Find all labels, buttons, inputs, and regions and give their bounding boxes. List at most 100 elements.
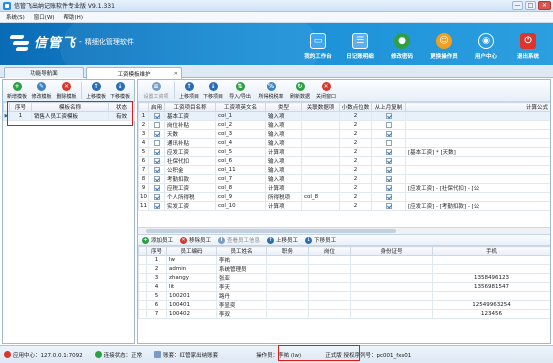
enabled-checkbox[interactable] xyxy=(153,202,160,209)
move-up-item-button[interactable]: ↑ 上移项目 xyxy=(177,80,201,101)
template-status: 有效 xyxy=(108,111,135,121)
enabled-checkbox[interactable] xyxy=(153,175,160,182)
table-row[interactable]: 6 100401 李显奕 12549963254 xyxy=(138,300,550,310)
staff-post xyxy=(308,273,351,283)
journal-detail-button[interactable]: ☰ 日记账明细 xyxy=(339,25,381,63)
table-row[interactable]: 11 实发工资 col_10 计算项 2 [应发工资] - [考勤扣款] - [公 xyxy=(138,201,550,211)
user-center-button[interactable]: ◉ 用户中心 xyxy=(465,25,507,63)
table-row[interactable]: 4 lit 李天 1356981547 xyxy=(138,282,550,292)
menu-help[interactable]: 帮助(H) xyxy=(64,13,83,21)
copy-last-month-checkbox[interactable] xyxy=(385,184,392,191)
move-down-staff-button[interactable]: ↓ 下移员工 xyxy=(305,236,336,244)
copy-last-month-checkbox-cell xyxy=(371,120,406,130)
table-row[interactable]: 5 100201 路丹 xyxy=(138,291,550,301)
column-header: 从上月复制 xyxy=(371,102,406,112)
table-row[interactable]: 2 admin 系统管理员 xyxy=(138,264,550,274)
import-export-button[interactable]: ⇅ 导入/导出 xyxy=(225,80,255,101)
table-row[interactable]: 7 公积金 col_11 输入项 2 xyxy=(138,165,550,175)
copy-last-month-checkbox[interactable] xyxy=(385,166,392,173)
copy-last-month-checkbox[interactable] xyxy=(385,121,392,128)
table-row[interactable]: 7 100402 李双 123456 xyxy=(138,309,550,319)
exit-system-button[interactable]: ⏻ 退出系统 xyxy=(507,25,549,63)
table-row[interactable]: 6 社保代扣 col_6 输入项 2 xyxy=(138,156,550,166)
table-row[interactable]: 1 基本工资 col_1 输入项 2 xyxy=(138,111,550,121)
tab-salary-template[interactable]: 工资模板维护 ✕ xyxy=(86,67,182,79)
add-staff-button[interactable]: + 添加员工 xyxy=(142,236,173,244)
table-row[interactable]: 9 应税工资 col_8 计算项 2 [应发工资] - [社保代扣] - [公 xyxy=(138,183,550,193)
staff-post xyxy=(308,264,351,274)
app-center-status: 应用中心：127.0.0.1:7092 xyxy=(4,351,83,359)
staff-name: 李双 xyxy=(216,309,267,319)
edit-template-button[interactable]: ✎ 修改模板 xyxy=(29,80,54,101)
delete-template-button[interactable]: ✕ 删除模板 xyxy=(54,80,79,101)
enabled-checkbox[interactable] xyxy=(153,157,160,164)
menu-system[interactable]: 系统(S) xyxy=(6,13,25,21)
horizontal-scrollbar[interactable] xyxy=(138,227,550,234)
close-tab-icon[interactable]: ✕ xyxy=(174,71,178,77)
staff-post xyxy=(308,300,351,310)
move-up-staff-button[interactable]: ↑ 上移员工 xyxy=(267,236,298,244)
table-row[interactable]: 1 lw 李祐 xyxy=(138,255,550,265)
enabled-checkbox[interactable] xyxy=(153,148,160,155)
related-item xyxy=(301,156,340,166)
remove-staff-button[interactable]: ✕ 移除员工 xyxy=(180,236,211,244)
template-name: 销售人员工资模板 xyxy=(31,111,109,121)
enabled-checkbox[interactable] xyxy=(153,139,160,146)
copy-last-month-checkbox[interactable] xyxy=(385,202,392,209)
enabled-checkbox-cell xyxy=(148,201,165,211)
enabled-checkbox-cell xyxy=(148,156,165,166)
change-password-button[interactable]: ● 修改密码 xyxy=(381,25,423,63)
move-down-template-button[interactable]: ↓ 下移模板 xyxy=(108,80,132,101)
staff-code: zhangy xyxy=(166,273,217,283)
tax-rate-button[interactable]: % 所得税税率 xyxy=(255,80,287,101)
table-row[interactable]: ▶ 1 销售人员工资模板 有效 xyxy=(3,111,135,121)
enabled-checkbox[interactable] xyxy=(153,193,160,200)
enabled-checkbox[interactable] xyxy=(153,112,160,119)
refresh-data-button[interactable]: ↻ 刷新数据 xyxy=(287,80,313,101)
view-staff-button[interactable]: i 查看员工信息 xyxy=(218,236,260,244)
close-window-button[interactable]: ✕ 关闭窗口 xyxy=(313,80,339,101)
add-staff-label: 添加员工 xyxy=(151,238,174,244)
move-up-template-button[interactable]: ↑ 上移模板 xyxy=(84,80,108,101)
copy-last-month-checkbox[interactable] xyxy=(385,193,392,200)
table-row[interactable]: 5 应发工资 col_5 计算项 2 [基本工资] * [天数] xyxy=(138,147,550,157)
copy-last-month-checkbox[interactable] xyxy=(385,112,392,119)
table-row[interactable]: 4 通讯补贴 col_4 输入项 2 xyxy=(138,138,550,148)
lock-icon: ● xyxy=(394,33,410,49)
template-detail-panel: ≡ 设置工资项 ↑ 上移项目 ↓ 下移项目 ⇅ 导入/导出 % 所得税税率 ↻ … xyxy=(137,79,551,344)
switch-operator-button[interactable]: ☺ 更换操作员 xyxy=(423,25,465,63)
enabled-checkbox[interactable] xyxy=(153,184,160,191)
staff-id-number xyxy=(350,255,433,265)
enabled-checkbox-cell xyxy=(148,111,165,121)
copy-last-month-checkbox[interactable] xyxy=(385,175,392,182)
table-row[interactable]: 10 个人所得税 col_9 所得税项 col_8 2 xyxy=(138,192,550,202)
minimize-button[interactable]: — xyxy=(512,1,523,10)
copy-last-month-checkbox[interactable] xyxy=(385,148,392,155)
item-type: 计算项 xyxy=(265,183,302,193)
table-row[interactable]: 8 考勤扣款 col_7 输入项 2 xyxy=(138,174,550,184)
set-salary-items-button[interactable]: ≡ 设置工资项 xyxy=(140,80,172,101)
item-english-name: col_9 xyxy=(215,192,266,202)
move-down-item-button[interactable]: ↓ 下移项目 xyxy=(201,80,225,101)
column-header: 关联数据项 xyxy=(301,102,340,112)
item-name: 通讯补贴 xyxy=(164,138,216,148)
item-name: 岗位补贴 xyxy=(164,120,216,130)
table-row[interactable]: 3 zhangy 张亚 1358496123 xyxy=(138,273,550,283)
item-english-name: col_2 xyxy=(215,120,266,130)
enabled-checkbox[interactable] xyxy=(153,130,160,137)
add-template-button[interactable]: + 新增模板 xyxy=(5,80,29,101)
arrow-up-icon: ↑ xyxy=(184,82,194,91)
close-button[interactable]: ✕ xyxy=(538,1,551,10)
table-row[interactable]: 3 天数 col_3 输入项 2 xyxy=(138,129,550,139)
table-row[interactable]: 2 岗位补贴 col_2 输入项 2 xyxy=(138,120,550,130)
copy-last-month-checkbox[interactable] xyxy=(385,157,392,164)
copy-last-month-checkbox[interactable] xyxy=(385,139,392,146)
copy-last-month-checkbox[interactable] xyxy=(385,130,392,137)
tab-function-nav[interactable]: 功能导航面 xyxy=(4,67,84,78)
maximize-button[interactable]: □ xyxy=(525,1,536,10)
enabled-checkbox-cell xyxy=(148,174,165,184)
enabled-checkbox[interactable] xyxy=(153,166,160,173)
menu-window[interactable]: 窗口(W) xyxy=(34,13,55,21)
enabled-checkbox[interactable] xyxy=(153,121,160,128)
workbench-button[interactable]: ▭ 我的工作台 xyxy=(297,25,339,63)
